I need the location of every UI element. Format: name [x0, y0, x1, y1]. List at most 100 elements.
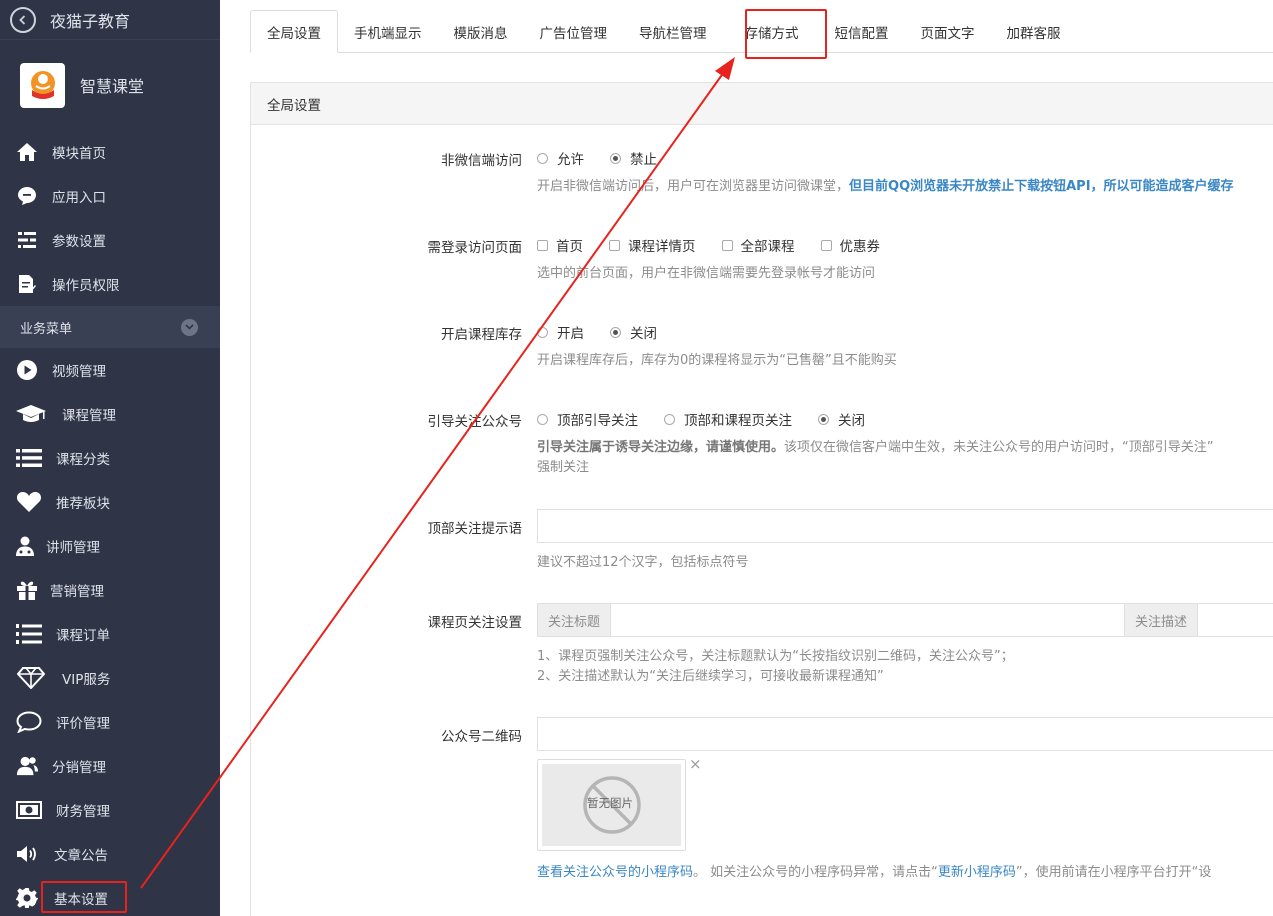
tab-navbar[interactable]: 导航栏管理: [623, 10, 723, 53]
teacher-icon: [14, 535, 36, 557]
tab-sms[interactable]: 短信配置: [819, 10, 905, 53]
sidebar-item-course[interactable]: 课程管理: [0, 392, 220, 436]
sidebar-topbar: 夜猫子教育: [0, 0, 220, 40]
stock-on-radio[interactable]: 开启: [537, 322, 584, 342]
qrcode-preview: 暂无图片: [537, 759, 686, 851]
speaker-icon: [16, 843, 40, 865]
sidebar-item-finance[interactable]: 财务管理: [0, 788, 220, 832]
sidebar-item-reviews[interactable]: 评价管理: [0, 700, 220, 744]
back-circle-icon[interactable]: [10, 6, 36, 33]
tab-mobile-display[interactable]: 手机端显示: [338, 10, 438, 53]
chevron-down-icon: [181, 318, 198, 336]
nonwechat-allow-radio[interactable]: 允许: [537, 148, 584, 168]
login-course-detail-checkbox[interactable]: 课程详情页: [609, 235, 696, 255]
play-icon: [16, 359, 38, 381]
login-pages-help: 选中的前台页面，用户在非微信端需要先登录帐号才能访问: [537, 266, 876, 281]
tab-global-settings[interactable]: 全局设置: [250, 10, 338, 53]
sidebar-item-label: 参数设置: [52, 234, 106, 250]
sidebar-item-label: 文章公告: [54, 848, 108, 864]
remove-image-icon[interactable]: ×: [689, 755, 702, 773]
sidebar-item-app-entry[interactable]: 应用入口: [0, 174, 220, 218]
list-icon: [16, 447, 42, 469]
qrcode-input[interactable]: [537, 717, 1273, 751]
brand: 智慧课堂: [0, 40, 220, 130]
sidebar-item-operator-perms[interactable]: 操作员权限: [0, 262, 220, 306]
sidebar-item-teacher[interactable]: 讲师管理: [0, 524, 220, 568]
sidebar-item-distribution[interactable]: 分销管理: [0, 744, 220, 788]
follow-title-input[interactable]: [611, 603, 1126, 637]
sidebar-group-label: 业务菜单: [20, 321, 73, 337]
heart-icon: [16, 491, 42, 513]
money-icon: [16, 799, 42, 821]
sidebar-item-label: 评价管理: [56, 716, 110, 732]
qrcode-help: 查看关注公众号的小程序码。 如关注公众号的小程序码异常，请点击“更新小程序码”，…: [537, 865, 1212, 880]
graduation-cap-icon: [14, 403, 48, 425]
org-title: 夜猫子教育: [50, 11, 131, 31]
sidebar-item-label: 课程分类: [56, 452, 110, 468]
login-all-courses-checkbox[interactable]: 全部课程: [721, 235, 795, 255]
chat-bubble-icon: [16, 185, 38, 207]
sidebar-item-label: 讲师管理: [46, 540, 100, 556]
diamond-icon: [16, 667, 46, 689]
follow-title-addon: 关注标题: [537, 603, 612, 637]
top-tip-input[interactable]: [537, 509, 1273, 543]
follow-label: 引导关注公众号: [427, 414, 523, 430]
qrcode-label: 公众号二维码: [441, 729, 522, 745]
no-image-text: 暂无图片: [587, 796, 633, 810]
sidebar-item-category[interactable]: 课程分类: [0, 436, 220, 480]
follow-desc-addon: 关注描述: [1125, 603, 1199, 637]
gear-icon: [16, 887, 38, 909]
follow-top-and-course-radio[interactable]: 顶部和课程页关注: [664, 409, 792, 429]
nonwechat-deny-radio[interactable]: 禁止: [610, 148, 657, 168]
sidebar-item-recommend[interactable]: 推荐板块: [0, 480, 220, 524]
panel-title: 全局设置: [251, 83, 1273, 125]
follow-desc-input[interactable]: [1198, 603, 1273, 637]
basic-settings-highlight-box: [41, 881, 127, 913]
sidebar-item-label: 视频管理: [52, 364, 106, 380]
ordered-list-icon: [16, 623, 42, 645]
sidebar-item-label: 营销管理: [50, 584, 104, 600]
brand-logo-icon: [20, 62, 65, 108]
login-pages-label: 需登录访问页面: [427, 240, 523, 256]
brand-name: 智慧课堂: [80, 77, 145, 96]
sidebar-item-label: 模块首页: [52, 146, 106, 162]
storage-tab-highlight-box: [745, 9, 827, 59]
sidebar-item-articles[interactable]: 文章公告: [0, 832, 220, 876]
sidebar-item-orders[interactable]: 课程订单: [0, 612, 220, 656]
sidebar-item-params[interactable]: 参数设置: [0, 218, 220, 262]
course-follow-help-1: 1、课程页强制关注公众号，关注标题默认为“长按指纹识别二维码，关注公众号”；: [537, 649, 1014, 664]
login-coupon-checkbox[interactable]: 优惠券: [820, 235, 880, 255]
follow-off-radio[interactable]: 关闭: [818, 409, 865, 429]
update-miniprogram-code-link[interactable]: 更新小程序码: [938, 865, 1016, 880]
no-image-placeholder: 暂无图片: [542, 764, 681, 846]
stock-off-radio[interactable]: 关闭: [610, 322, 657, 342]
follow-help-line2: 强制关注: [537, 460, 590, 475]
main-content: 全局设置 手机端显示 模版消息 广告位管理 导航栏管理 存储方式 短信配置 页面…: [220, 0, 1273, 916]
sidebar-item-video[interactable]: 视频管理: [0, 348, 220, 392]
stock-label: 开启课程库存: [441, 327, 522, 343]
tab-page-text[interactable]: 页面文字: [905, 10, 991, 53]
tab-ad-slots[interactable]: 广告位管理: [524, 10, 624, 53]
sidebar-item-label: 财务管理: [56, 804, 110, 820]
login-home-checkbox[interactable]: 首页: [537, 235, 583, 255]
nonwechat-help: 开启非微信端访问后，用户可在浏览器里访问微课堂，但目前QQ浏览器未开放禁止下载按…: [537, 179, 1234, 194]
sidebar-item-module-home[interactable]: 模块首页: [0, 130, 220, 174]
course-follow-help-2: 2、关注描述默认为“关注后继续学习，可接收最新课程通知”: [537, 669, 884, 684]
edit-document-icon: [16, 273, 38, 295]
sidebar-item-label: 操作员权限: [52, 278, 120, 294]
sidebar-item-label: 分销管理: [52, 760, 106, 776]
view-miniprogram-code-link[interactable]: 查看关注公众号的小程序码: [537, 865, 693, 880]
stock-help: 开启课程库存后，库存为0的课程将显示为“已售罄”且不能购买: [537, 353, 897, 368]
top-tip-help: 建议不超过12个汉字，包括标点符号: [537, 555, 749, 570]
tab-template-messages[interactable]: 模版消息: [438, 10, 524, 53]
tab-group-service[interactable]: 加群客服: [991, 10, 1077, 53]
follow-help: 引导关注属于诱导关注边缘，请谨慎使用。该项仅在微信客户端中生效，未关注公众号的用…: [537, 440, 1214, 455]
sidebar: 夜猫子教育 智慧课堂 模块首页 应用入口 参数设置 操作员权限 业务菜单 视频管…: [0, 0, 220, 916]
sidebar-group-business[interactable]: 业务菜单: [0, 306, 220, 348]
top-tip-label: 顶部关注提示语: [427, 521, 523, 537]
comment-icon: [16, 711, 42, 733]
sidebar-item-marketing[interactable]: 营销管理: [0, 568, 220, 612]
sidebar-item-vip[interactable]: VIP服务: [0, 656, 220, 700]
course-follow-label: 课程页关注设置: [427, 615, 523, 631]
follow-top-radio[interactable]: 顶部引导关注: [537, 409, 638, 429]
